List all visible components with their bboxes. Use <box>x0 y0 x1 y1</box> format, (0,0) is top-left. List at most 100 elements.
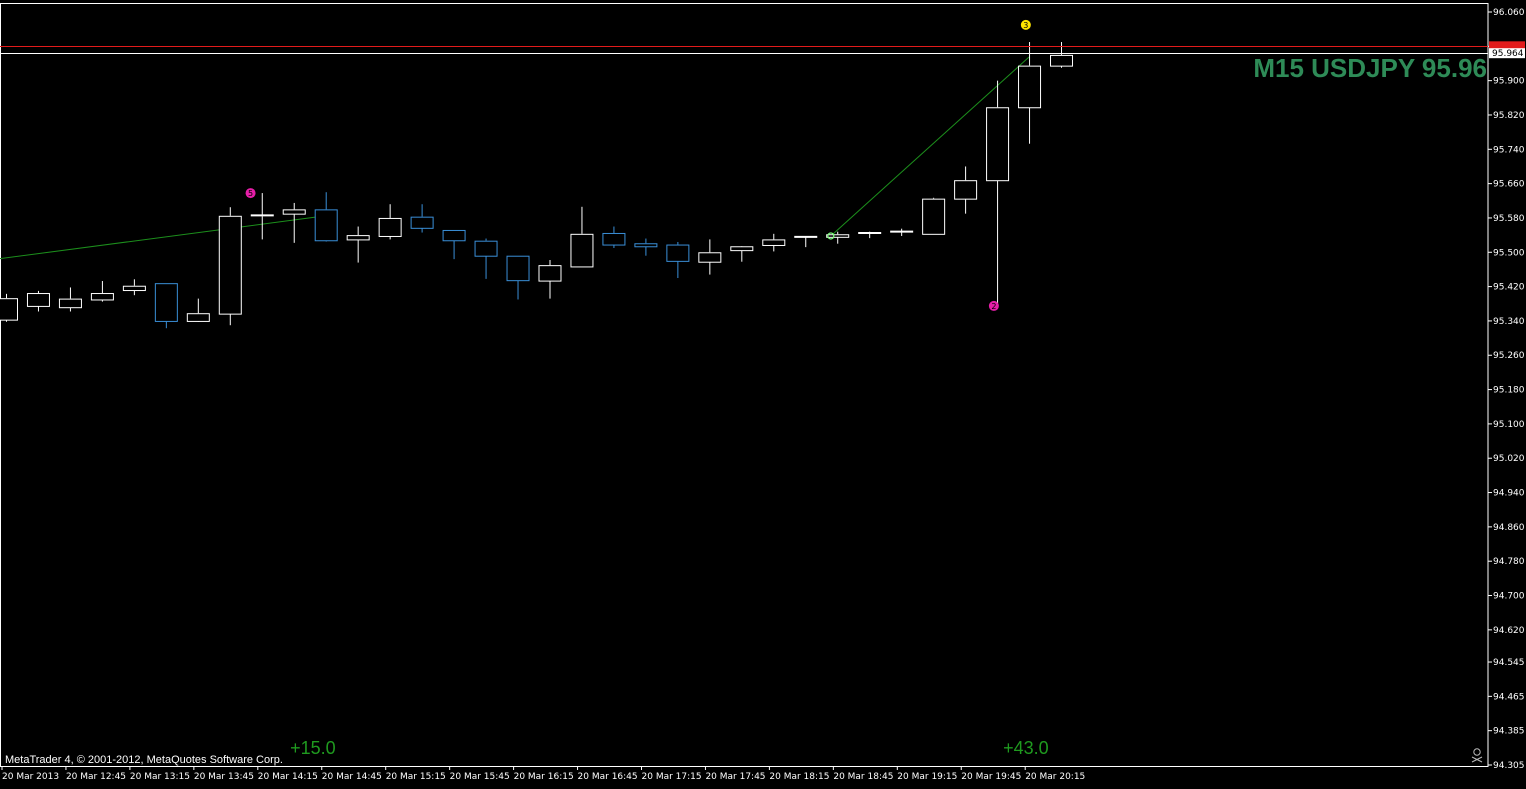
candle <box>186 298 210 322</box>
marker-number: 5 <box>248 189 253 198</box>
y-tick-label: 95.500 <box>1493 248 1525 258</box>
y-tick-label: 94.465 <box>1493 692 1525 702</box>
x-tick-label: 20 Mar 15:45 <box>450 772 510 782</box>
y-tick-label: 94.545 <box>1493 658 1525 668</box>
candle-body <box>122 285 146 292</box>
candle <box>314 192 338 242</box>
chart-window[interactable]: 523 96.06095.98095.90095.82095.74095.660… <box>0 0 1526 785</box>
y-tick-label: 95.260 <box>1493 351 1525 361</box>
candle <box>858 231 882 239</box>
candle <box>250 193 274 240</box>
y-tick-label: 94.620 <box>1493 626 1525 636</box>
candle <box>378 204 402 240</box>
x-tick-label: 20 Mar 13:45 <box>194 772 254 782</box>
candle <box>698 239 722 275</box>
candle <box>346 226 370 263</box>
candle <box>154 283 178 329</box>
x-tick-label: 20 Mar 15:15 <box>386 772 446 782</box>
candle-body <box>954 180 978 200</box>
candle-body <box>762 239 786 246</box>
x-tick-label: 20 Mar 20:15 <box>1025 772 1085 782</box>
candle-body <box>314 209 338 242</box>
candle <box>922 197 946 235</box>
chart-header: M15 USDJPY 95.96 <box>1253 53 1487 83</box>
candle <box>0 293 18 322</box>
copyright-text: MetaTrader 4, © 2001-2012, MetaQuotes So… <box>5 754 283 766</box>
candle-body <box>538 265 562 282</box>
candle <box>730 246 754 262</box>
candle-body <box>602 232 626 246</box>
time-axis: 20 Mar 2013 20 Mar 12:45 20 Mar 13:15 20 Ma… <box>1 766 1085 782</box>
y-tick-label: 95.100 <box>1493 420 1525 430</box>
x-tick-label: 20 Mar 18:15 <box>769 772 829 782</box>
candle-body <box>922 198 946 235</box>
pip-annotation: +15.0 <box>290 738 336 758</box>
price-axis: 96.06095.98095.90095.82095.74095.66095.5… <box>1488 8 1525 771</box>
candle-body <box>410 216 434 229</box>
candle-body <box>986 107 1010 182</box>
trade-marker: 3 <box>1020 19 1031 30</box>
x-tick-label: 20 Mar 17:45 <box>705 772 765 782</box>
candles <box>0 42 1074 329</box>
x-tick-label: 20 Mar 16:45 <box>578 772 638 782</box>
candle <box>218 207 242 326</box>
y-tick-label: 94.780 <box>1493 557 1525 567</box>
candle <box>122 279 146 296</box>
candle <box>1018 42 1042 144</box>
candle-body <box>218 215 242 315</box>
y-tick-label: 95.180 <box>1493 386 1525 396</box>
candle <box>634 238 658 256</box>
candle <box>954 166 978 214</box>
candle-body <box>474 240 498 257</box>
candle-body <box>1050 54 1074 67</box>
price-chart[interactable]: 523 96.06095.98095.90095.82095.74095.660… <box>0 0 1526 785</box>
x-tick-label: 20 Mar 16:15 <box>514 772 574 782</box>
y-tick-label: 94.940 <box>1493 489 1525 499</box>
markers: 5 2 3 <box>245 19 1031 311</box>
x-tick-label: 20 Mar 19:15 <box>897 772 957 782</box>
candle <box>58 287 82 312</box>
candle-body <box>58 298 82 309</box>
y-tick-label: 95.740 <box>1493 145 1525 155</box>
candle-body <box>186 313 210 322</box>
candle-body <box>634 243 658 248</box>
candle <box>794 235 818 248</box>
candle-body <box>0 298 18 321</box>
x-tick-label: 20 Mar 19:45 <box>961 772 1021 782</box>
candle-body <box>90 293 114 301</box>
skull-crossbones-icon <box>1471 748 1483 763</box>
x-tick-label: 20 Mar 12:45 <box>66 772 126 782</box>
x-tick-label: 20 Mar 14:15 <box>258 772 318 782</box>
x-tick-label: 20 Mar 17:15 <box>642 772 702 782</box>
y-tick-label: 94.305 <box>1493 761 1525 771</box>
candle-body <box>282 209 306 215</box>
candle-body <box>1018 65 1042 109</box>
marker-number: 2 <box>991 302 996 311</box>
candle <box>282 202 306 243</box>
y-tick-label: 95.660 <box>1493 180 1525 190</box>
candle <box>506 255 530 300</box>
y-tick-label: 95.820 <box>1493 111 1525 121</box>
candle <box>474 238 498 279</box>
marker-number: 3 <box>1023 21 1028 30</box>
x-tick-label: 20 Mar 13:15 <box>130 772 190 782</box>
trend-line <box>0 215 326 260</box>
x-tick-label: 20 Mar 14:45 <box>322 772 382 782</box>
pip-annotation: +43.0 <box>1003 738 1049 758</box>
y-tick-label: 95.340 <box>1493 317 1525 327</box>
y-tick-label: 96.060 <box>1493 8 1525 18</box>
candle-body <box>666 244 690 262</box>
candle <box>90 281 114 302</box>
candle-body <box>826 234 850 238</box>
candle-body <box>570 233 594 268</box>
candle <box>666 241 690 279</box>
candle <box>890 228 914 236</box>
candle <box>538 259 562 299</box>
chart-frame <box>0 3 1489 767</box>
current-price-label: 95.964 <box>1492 49 1524 59</box>
candle <box>762 233 786 252</box>
trend-lines <box>0 56 1030 260</box>
plot-border <box>0 3 1489 767</box>
candle-body <box>698 252 722 263</box>
candle <box>410 204 434 233</box>
